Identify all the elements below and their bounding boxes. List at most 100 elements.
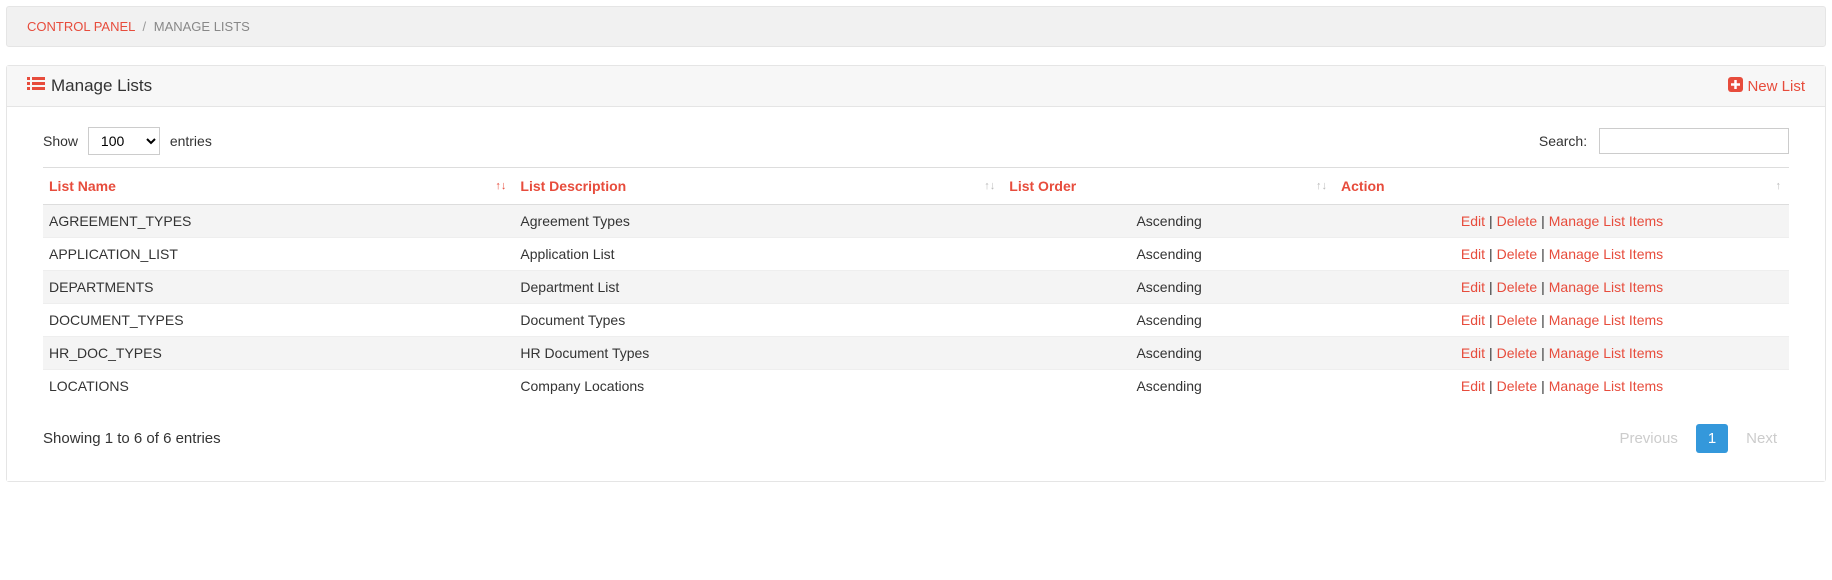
sort-icon: ↑ xyxy=(1776,180,1782,192)
cell-list-description: Document Types xyxy=(514,304,1003,337)
manage-list-items-link[interactable]: Manage List Items xyxy=(1549,213,1663,229)
action-separator: | xyxy=(1537,312,1549,328)
cell-action: Edit|Delete|Manage List Items xyxy=(1335,370,1789,403)
table-row: AGREEMENT_TYPESAgreement TypesAscendingE… xyxy=(43,205,1789,238)
cell-list-name: DOCUMENT_TYPES xyxy=(43,304,514,337)
cell-list-order: Ascending xyxy=(1003,238,1335,271)
action-separator: | xyxy=(1485,213,1497,229)
length-control: Show 100 entries xyxy=(43,127,212,155)
col-header-name[interactable]: List Name ↑↓ xyxy=(43,168,514,205)
edit-link[interactable]: Edit xyxy=(1461,312,1485,328)
delete-link[interactable]: Delete xyxy=(1497,279,1537,295)
cell-action: Edit|Delete|Manage List Items xyxy=(1335,304,1789,337)
table-row: HR_DOC_TYPESHR Document TypesAscendingEd… xyxy=(43,337,1789,370)
cell-list-name: APPLICATION_LIST xyxy=(43,238,514,271)
delete-link[interactable]: Delete xyxy=(1497,312,1537,328)
panel-header: Manage Lists New List xyxy=(7,66,1825,107)
cell-list-name: HR_DOC_TYPES xyxy=(43,337,514,370)
action-separator: | xyxy=(1485,345,1497,361)
delete-link[interactable]: Delete xyxy=(1497,378,1537,394)
datatable-bottom-bar: Showing 1 to 6 of 6 entries Previous 1 N… xyxy=(43,424,1789,453)
delete-link[interactable]: Delete xyxy=(1497,246,1537,262)
action-separator: | xyxy=(1485,378,1497,394)
cell-list-description: Company Locations xyxy=(514,370,1003,403)
pagination: Previous 1 Next xyxy=(1607,424,1789,453)
search-label: Search: xyxy=(1539,133,1587,149)
table-row: LOCATIONSCompany LocationsAscendingEdit|… xyxy=(43,370,1789,403)
manage-lists-panel: Manage Lists New List Show 100 entries xyxy=(6,65,1826,482)
cell-list-name: LOCATIONS xyxy=(43,370,514,403)
action-separator: | xyxy=(1537,213,1549,229)
action-separator: | xyxy=(1537,246,1549,262)
edit-link[interactable]: Edit xyxy=(1461,246,1485,262)
manage-list-items-link[interactable]: Manage List Items xyxy=(1549,345,1663,361)
new-list-button[interactable]: New List xyxy=(1728,77,1805,96)
col-header-order-text: List Order xyxy=(1009,178,1076,194)
cell-list-description: Application List xyxy=(514,238,1003,271)
edit-link[interactable]: Edit xyxy=(1461,345,1485,361)
delete-link[interactable]: Delete xyxy=(1497,213,1537,229)
edit-link[interactable]: Edit xyxy=(1461,279,1485,295)
pagination-previous[interactable]: Previous xyxy=(1607,424,1689,453)
cell-list-order: Ascending xyxy=(1003,337,1335,370)
datatable-info: Showing 1 to 6 of 6 entries xyxy=(43,430,221,447)
table-row: APPLICATION_LISTApplication ListAscendin… xyxy=(43,238,1789,271)
list-icon xyxy=(27,76,45,96)
sort-asc-icon: ↑↓ xyxy=(495,180,506,192)
cell-action: Edit|Delete|Manage List Items xyxy=(1335,337,1789,370)
pagination-page-1[interactable]: 1 xyxy=(1696,424,1728,453)
cell-list-order: Ascending xyxy=(1003,271,1335,304)
action-separator: | xyxy=(1485,312,1497,328)
plus-square-icon xyxy=(1728,77,1743,96)
cell-action: Edit|Delete|Manage List Items xyxy=(1335,238,1789,271)
new-list-label: New List xyxy=(1747,78,1805,95)
action-separator: | xyxy=(1537,378,1549,394)
breadcrumb: CONTROL PANEL / MANAGE LISTS xyxy=(6,6,1826,47)
length-select[interactable]: 100 xyxy=(88,127,160,155)
search-control: Search: xyxy=(1539,128,1789,154)
col-header-order[interactable]: List Order ↑↓ xyxy=(1003,168,1335,205)
col-header-name-text: List Name xyxy=(49,178,116,194)
sort-icon: ↑↓ xyxy=(984,180,995,192)
breadcrumb-separator: / xyxy=(139,19,151,34)
length-label-pre: Show xyxy=(43,133,78,149)
col-header-description[interactable]: List Description ↑↓ xyxy=(514,168,1003,205)
edit-link[interactable]: Edit xyxy=(1461,378,1485,394)
cell-list-order: Ascending xyxy=(1003,304,1335,337)
manage-list-items-link[interactable]: Manage List Items xyxy=(1549,378,1663,394)
delete-link[interactable]: Delete xyxy=(1497,345,1537,361)
cell-list-name: DEPARTMENTS xyxy=(43,271,514,304)
sort-icon: ↑↓ xyxy=(1316,180,1327,192)
cell-list-description: HR Document Types xyxy=(514,337,1003,370)
manage-list-items-link[interactable]: Manage List Items xyxy=(1549,246,1663,262)
cell-list-order: Ascending xyxy=(1003,205,1335,238)
search-input[interactable] xyxy=(1599,128,1789,154)
col-header-action[interactable]: Action ↑ xyxy=(1335,168,1789,205)
datatable-top-bar: Show 100 entries Search: xyxy=(43,127,1789,155)
table-row: DEPARTMENTSDepartment ListAscendingEdit|… xyxy=(43,271,1789,304)
col-header-action-text: Action xyxy=(1341,178,1385,194)
action-separator: | xyxy=(1485,279,1497,295)
action-separator: | xyxy=(1537,279,1549,295)
panel-body: Show 100 entries Search: L xyxy=(7,107,1825,481)
cell-list-description: Department List xyxy=(514,271,1003,304)
col-header-description-text: List Description xyxy=(520,178,626,194)
cell-action: Edit|Delete|Manage List Items xyxy=(1335,205,1789,238)
edit-link[interactable]: Edit xyxy=(1461,213,1485,229)
lists-table: List Name ↑↓ List Description ↑↓ List Or… xyxy=(43,167,1789,402)
breadcrumb-current: MANAGE LISTS xyxy=(154,19,250,34)
manage-list-items-link[interactable]: Manage List Items xyxy=(1549,312,1663,328)
panel-title: Manage Lists xyxy=(27,76,152,96)
breadcrumb-root-link[interactable]: CONTROL PANEL xyxy=(27,19,135,34)
pagination-next[interactable]: Next xyxy=(1734,424,1789,453)
cell-action: Edit|Delete|Manage List Items xyxy=(1335,271,1789,304)
cell-list-order: Ascending xyxy=(1003,370,1335,403)
table-row: DOCUMENT_TYPESDocument TypesAscendingEdi… xyxy=(43,304,1789,337)
action-separator: | xyxy=(1485,246,1497,262)
cell-list-description: Agreement Types xyxy=(514,205,1003,238)
length-label-post: entries xyxy=(170,133,212,149)
panel-title-text: Manage Lists xyxy=(51,76,152,96)
cell-list-name: AGREEMENT_TYPES xyxy=(43,205,514,238)
manage-list-items-link[interactable]: Manage List Items xyxy=(1549,279,1663,295)
action-separator: | xyxy=(1537,345,1549,361)
